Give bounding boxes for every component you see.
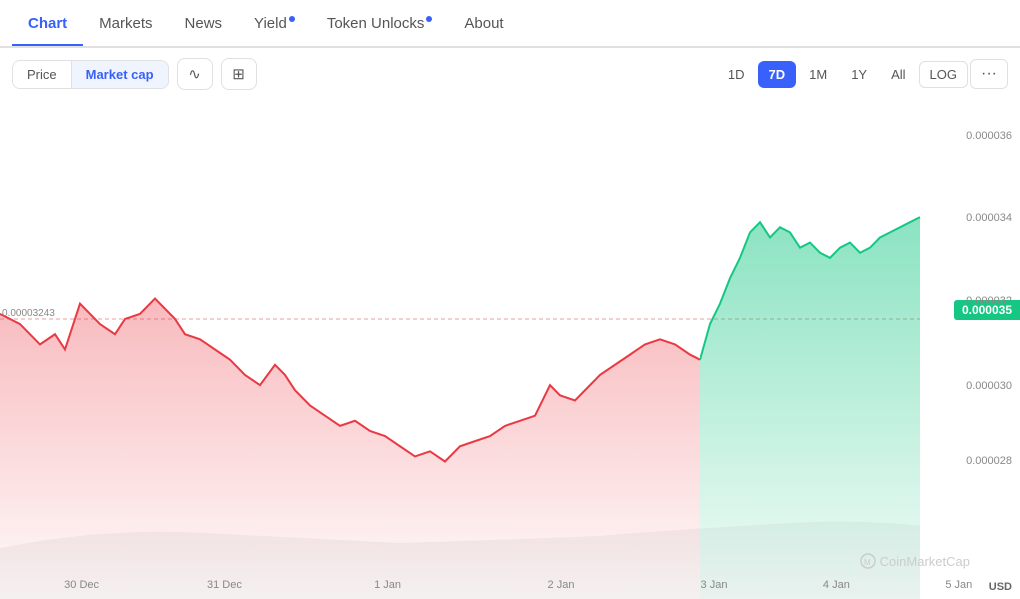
tab-yield[interactable]: Yield — [238, 3, 311, 44]
tab-token-unlocks[interactable]: Token Unlocks — [311, 3, 449, 44]
price-button[interactable]: Price — [13, 61, 72, 88]
x-label-3jan: 3 Jan — [701, 579, 728, 591]
more-button[interactable]: ··· — [970, 59, 1008, 89]
tab-news[interactable]: News — [169, 3, 239, 44]
line-chart-button[interactable]: ∿ — [177, 58, 213, 90]
time-all[interactable]: All — [880, 61, 916, 88]
x-label-2jan: 2 Jan — [548, 579, 575, 591]
view-toggle: Price Market cap — [12, 60, 169, 89]
time-1m[interactable]: 1M — [798, 61, 838, 88]
y-label-30: 0.000030 — [966, 380, 1012, 392]
x-label-31dec: 31 Dec — [207, 579, 242, 591]
y-label-36: 0.000036 — [966, 130, 1012, 142]
green-fill — [700, 217, 920, 599]
x-label-4jan: 4 Jan — [823, 579, 850, 591]
yield-dot — [289, 16, 295, 22]
red-fill — [0, 299, 700, 599]
y-label-34: 0.000034 — [966, 212, 1012, 224]
chart-area: 0.00003243 0.000035 0.000036 0.000034 0.… — [0, 100, 1020, 599]
tab-chart[interactable]: Chart — [12, 3, 83, 44]
time-log[interactable]: LOG — [919, 61, 968, 88]
watermark: M CoinMarketCap — [860, 553, 970, 569]
coinmarketcap-icon: M — [860, 553, 876, 569]
x-label-1jan: 1 Jan — [374, 579, 401, 591]
tab-about[interactable]: About — [448, 3, 519, 44]
y-label-28: 0.000028 — [966, 455, 1012, 467]
tab-markets[interactable]: Markets — [83, 3, 168, 44]
candle-chart-button[interactable]: ⊞ — [221, 58, 257, 90]
x-label-5jan: 5 Jan — [945, 579, 972, 591]
time-1d[interactable]: 1D — [717, 61, 756, 88]
currency-label: USD — [989, 581, 1012, 593]
chart-svg — [0, 100, 1020, 599]
time-range-group: 1D 7D 1M 1Y All LOG ··· — [717, 59, 1008, 89]
token-unlocks-dot — [426, 16, 432, 22]
time-7d[interactable]: 7D — [758, 61, 797, 88]
x-label-30dec: 30 Dec — [64, 579, 99, 591]
svg-text:M: M — [864, 558, 871, 567]
market-cap-button[interactable]: Market cap — [72, 61, 168, 88]
toolbar: Price Market cap ∿ ⊞ 1D 7D 1M 1Y All LOG… — [0, 48, 1020, 100]
nav-tabs: Chart Markets News Yield Token Unlocks A… — [0, 0, 1020, 48]
start-price-label: 0.00003243 — [2, 308, 55, 319]
y-label-32: 0.000032 — [966, 295, 1012, 307]
time-1y[interactable]: 1Y — [840, 61, 878, 88]
